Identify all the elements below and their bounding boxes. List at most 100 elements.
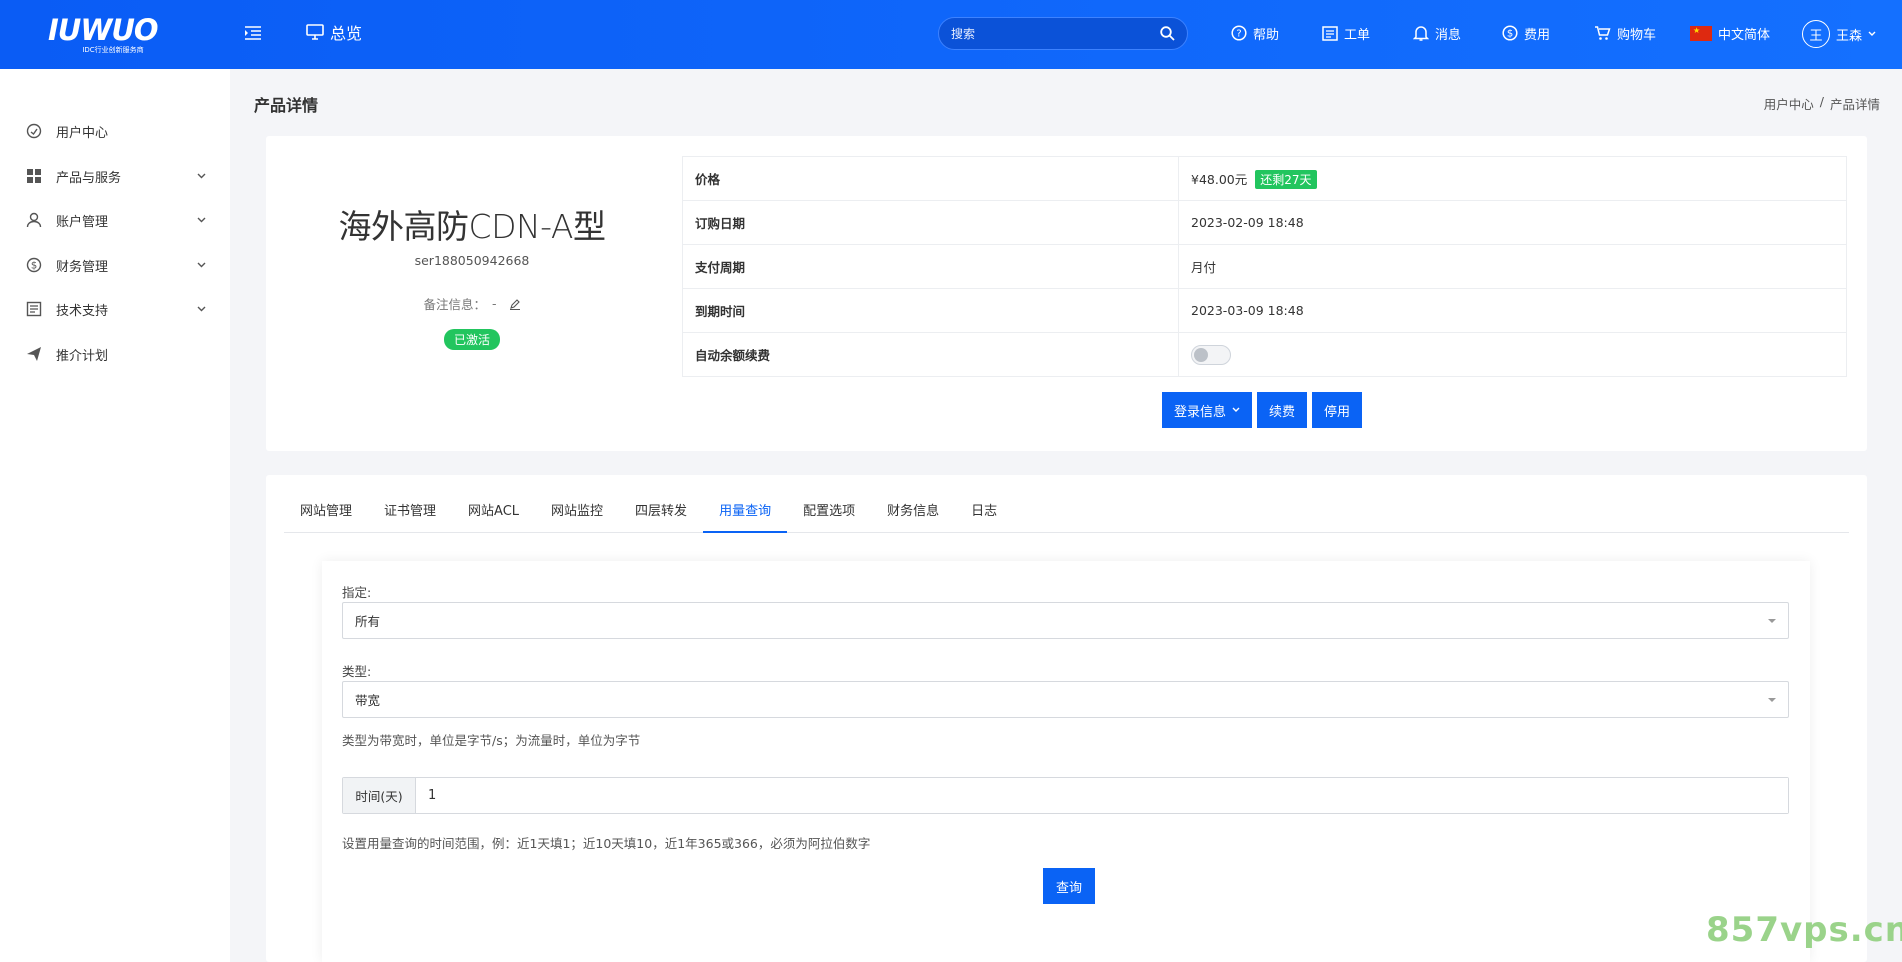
product-card: 海外高防CDN-A型 ser188050942668 备注信息： - 已激活 价… [266,136,1867,451]
sidebar-item-label: 财务管理 [56,259,109,275]
time-hint: 设置用量查询的时间范围，例：近1天填1；近10天填10，近1年365或366，必… [342,836,871,851]
table-row: 支付周期 月付 [682,244,1847,289]
chevron-down-icon [197,262,206,268]
target-select[interactable]: 所有 [342,602,1789,639]
order-date-label: 订购日期 [682,200,1179,245]
cart-link[interactable]: 购物车 [1594,22,1656,44]
tab-site-management[interactable]: 网站管理 [284,495,368,533]
order-date-value: 2023-02-09 18:48 [1178,200,1847,245]
ticket-link[interactable]: 工单 [1322,22,1370,44]
user-icon [24,210,44,230]
logo-text: IUWUO [48,13,159,47]
overview-link[interactable]: 总览 [306,20,362,44]
cart-label: 购物车 [1617,27,1657,43]
sidebar: 用户中心 产品与服务 账户管理 $ 财务管理 技术支持 推介计划 [0,69,230,962]
note-value: - [492,296,497,311]
cart-icon [1595,26,1611,40]
sidebar-item-label: 推介计划 [56,348,109,364]
target-select-value: 所有 [355,614,381,629]
china-flag-icon [1690,25,1712,41]
sidebar-item-label: 产品与服务 [56,170,122,186]
search-input[interactable] [951,26,1160,41]
chevron-down-icon [197,217,206,223]
product-actions: 登录信息 续费 停用 [1162,392,1363,428]
sidebar-item-label: 技术支持 [56,303,109,319]
ticket-icon [1322,25,1338,41]
product-id: ser188050942668 [414,253,530,268]
search-icon[interactable] [1160,26,1175,41]
user-menu[interactable]: 王 王森 [1802,20,1876,48]
sidebar-item-support[interactable]: 技术支持 [24,293,206,325]
pay-cycle-value: 月付 [1178,244,1847,289]
document-icon [24,299,44,319]
tab-usage-query[interactable]: 用量查询 [703,495,788,533]
chevron-down-icon [197,306,206,312]
login-info-button[interactable]: 登录信息 [1162,392,1253,428]
breadcrumb-link-user-center[interactable]: 用户中心 [1764,94,1814,113]
sidebar-item-account[interactable]: 账户管理 [24,204,206,236]
language-switch[interactable]: 中文简体 [1690,22,1770,44]
product-info-table: 价格 ¥48.00元 还剩27天 订购日期 2023-02-09 18:48 支付… [682,156,1847,377]
sidebar-item-label: 用户中心 [56,125,109,141]
fee-link[interactable]: $ 费用 [1502,22,1550,44]
chevron-down-icon [197,173,206,179]
pay-cycle-label: 支付周期 [682,244,1179,289]
table-row: 到期时间 2023-03-09 18:48 [682,288,1847,333]
tab-finance-info[interactable]: 财务信息 [871,495,955,533]
query-button[interactable]: 查询 [1043,868,1095,904]
dollar-icon: $ [24,255,44,275]
type-select[interactable]: 带宽 [342,681,1789,718]
edit-icon[interactable] [509,298,521,310]
tab-bar: 网站管理 证书管理 网站ACL 网站监控 四层转发 用量查询 配置选项 财务信息… [284,495,1849,533]
auto-renew-toggle[interactable] [1191,344,1231,365]
type-select-value: 带宽 [355,693,381,708]
target-label: 指定: [342,585,372,600]
page-title: 产品详情 [254,96,319,115]
top-header: IUWUO IDC行业创新服务商 总览 ? 帮助 工单 消息 $ 费用 购物车 … [0,0,1902,69]
sidebar-item-products[interactable]: 产品与服务 [24,160,206,192]
expire-value: 2023-03-09 18:48 [1178,288,1847,333]
chevron-down-icon [1232,407,1240,412]
message-link[interactable]: 消息 [1413,22,1461,44]
logo[interactable]: IUWUO IDC行业创新服务商 [48,13,178,55]
help-label: 帮助 [1253,27,1280,43]
sidebar-item-finance[interactable]: $ 财务管理 [24,249,206,281]
table-row: 自动余额续费 [682,332,1847,377]
tab-layer4-forwarding[interactable]: 四层转发 [619,495,703,533]
breadcrumb: 用户中心 / 产品详情 [1764,94,1880,113]
breadcrumb-current: 产品详情 [1829,97,1880,112]
svg-text:$: $ [1507,29,1513,40]
expire-label: 到期时间 [682,288,1179,333]
sidebar-toggle-button[interactable] [242,22,264,44]
language-label: 中文简体 [1718,27,1771,43]
bell-icon [1413,26,1429,41]
breadcrumb-separator: / [1819,94,1824,109]
user-name: 王森 [1836,28,1863,44]
time-days-input[interactable] [416,778,1788,813]
message-label: 消息 [1435,27,1462,43]
tab-logs[interactable]: 日志 [955,495,1013,533]
monitor-icon [306,24,324,40]
auto-renew-cell [1178,332,1847,377]
table-row: 订购日期 2023-02-09 18:48 [682,200,1847,245]
remaining-days-badge: 还剩27天 [1255,169,1317,189]
help-link[interactable]: ? 帮助 [1231,22,1279,44]
send-icon [24,344,44,364]
sidebar-item-user-center[interactable]: 用户中心 [24,115,206,147]
renew-button[interactable]: 续费 [1257,392,1308,428]
login-info-label: 登录信息 [1174,404,1227,420]
svg-text:?: ? [1236,29,1241,40]
caret-down-icon [1768,618,1776,623]
dashboard-icon [24,121,44,141]
disable-button[interactable]: 停用 [1312,392,1363,428]
tab-site-acl[interactable]: 网站ACL [452,495,535,533]
avatar: 王 [1802,20,1830,48]
tab-certificate-management[interactable]: 证书管理 [368,495,452,533]
usage-query-panel: 指定: 所有 类型: 带宽 类型为带宽时，单位是字节/s；为流量时，单位为字节 … [322,561,1810,962]
tab-site-monitor[interactable]: 网站监控 [535,495,619,533]
sidebar-item-referral[interactable]: 推介计划 [24,338,206,370]
grid-icon [24,166,44,186]
tab-config-options[interactable]: 配置选项 [787,495,871,533]
status-badge: 已激活 [444,329,501,350]
price-label: 价格 [682,156,1179,201]
